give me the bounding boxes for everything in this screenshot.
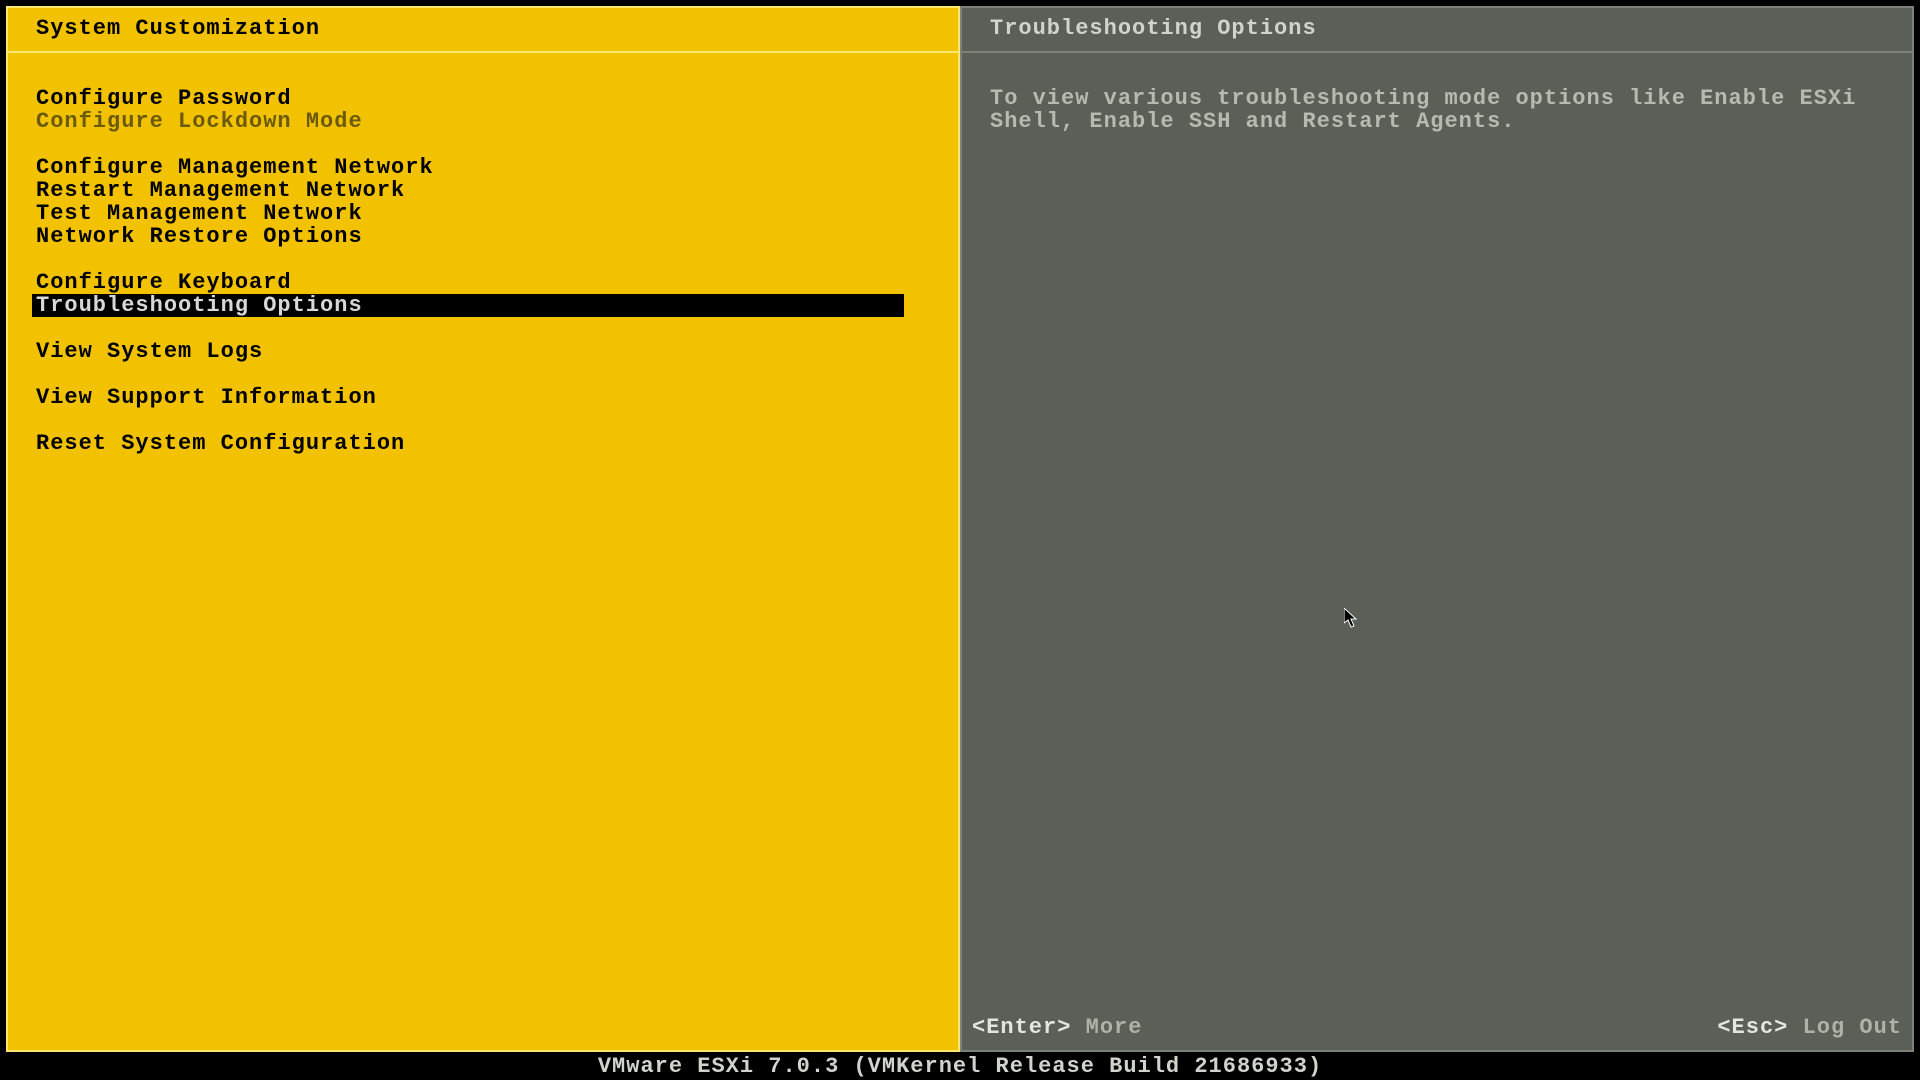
menu-item-configure-password[interactable]: Configure Password: [32, 87, 934, 110]
menu-spacer: [32, 248, 934, 271]
enter-key: <Enter>: [972, 1015, 1071, 1040]
menu-spacer: [32, 133, 934, 156]
menu-item-configure-keyboard[interactable]: Configure Keyboard: [32, 271, 934, 294]
esc-key: <Esc>: [1717, 1015, 1788, 1040]
menu-list[interactable]: Configure PasswordConfigure Lockdown Mod…: [8, 53, 958, 455]
menu-item-reset-system-configuration[interactable]: Reset System Configuration: [32, 432, 934, 455]
detail-description: To view various troubleshooting mode opt…: [962, 53, 1912, 133]
footer-keys: <Enter> More <Esc> Log Out: [972, 1015, 1902, 1040]
status-bar: VMware ESXi 7.0.3 (VMKernel Release Buil…: [0, 1054, 1920, 1080]
mouse-cursor-icon: [1344, 608, 1358, 628]
menu-item-network-restore-options[interactable]: Network Restore Options: [32, 225, 934, 248]
menu-spacer: [32, 317, 934, 340]
left-panel: System Customization Configure PasswordC…: [6, 6, 960, 1052]
dcui-screen: System Customization Configure PasswordC…: [0, 0, 1920, 1080]
menu-spacer: [32, 409, 934, 432]
footer-enter: <Enter> More: [972, 1015, 1142, 1040]
menu-item-test-management-network[interactable]: Test Management Network: [32, 202, 934, 225]
left-panel-title: System Customization: [8, 8, 958, 53]
menu-item-configure-lockdown-mode: Configure Lockdown Mode: [32, 110, 934, 133]
menu-spacer: [32, 363, 934, 386]
menu-item-view-support-information[interactable]: View Support Information: [32, 386, 934, 409]
menu-item-view-system-logs[interactable]: View System Logs: [32, 340, 934, 363]
esc-label: Log Out: [1803, 1015, 1902, 1040]
menu-item-restart-management-network[interactable]: Restart Management Network: [32, 179, 934, 202]
right-panel-title: Troubleshooting Options: [962, 8, 1912, 53]
menu-item-configure-management-network[interactable]: Configure Management Network: [32, 156, 934, 179]
menu-item-troubleshooting-options[interactable]: Troubleshooting Options: [32, 294, 904, 317]
footer-esc: <Esc> Log Out: [1717, 1015, 1902, 1040]
enter-label: More: [1086, 1015, 1143, 1040]
right-panel: Troubleshooting Options To view various …: [960, 6, 1914, 1052]
